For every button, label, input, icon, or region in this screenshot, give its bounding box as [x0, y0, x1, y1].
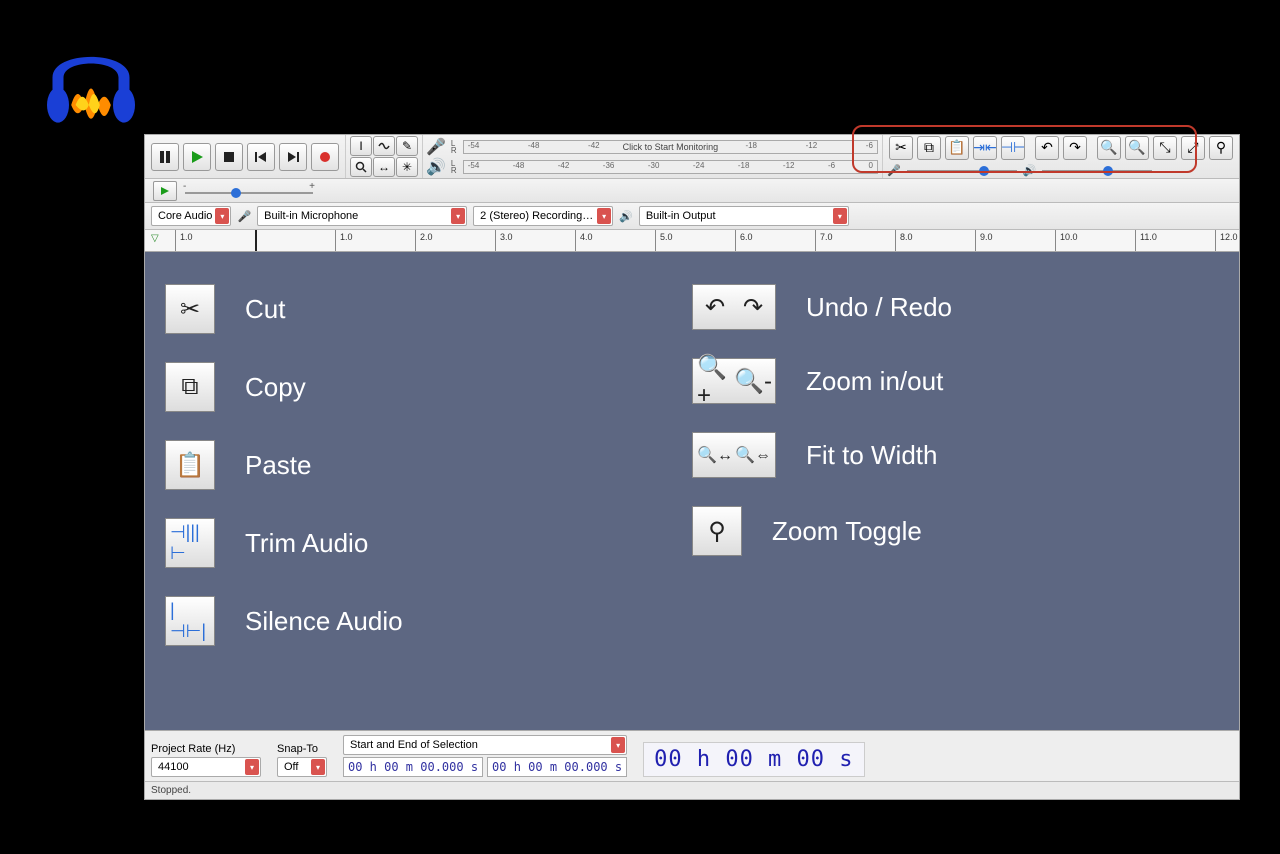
- cut-button[interactable]: ✂: [889, 136, 913, 160]
- paste-icon: 📋: [165, 440, 215, 490]
- audio-host-select[interactable]: Core Audio▾: [151, 206, 231, 226]
- record-button[interactable]: [311, 143, 339, 171]
- recording-device-select[interactable]: Built-in Microphone▾: [257, 206, 467, 226]
- selection-tool[interactable]: I: [350, 136, 372, 156]
- pin-icon: ▽: [151, 233, 159, 244]
- zoom-out-button[interactable]: 🔍: [1125, 136, 1149, 160]
- multi-tool[interactable]: ✳: [396, 157, 418, 177]
- speaker-icon: 🔊: [423, 157, 449, 177]
- selection-toolbar: Project Rate (Hz) 44100▾ Snap-To Off▾ St…: [145, 730, 1239, 781]
- legend-copy: ⧉ Copy: [165, 362, 692, 412]
- legend-undo-redo: ↶↷ Undo / Redo: [692, 284, 1219, 330]
- copy-button[interactable]: ⧉: [917, 136, 941, 160]
- trim-button[interactable]: ⇥⇤: [973, 136, 997, 160]
- playback-meter[interactable]: -54-48-42-36-30-24-18-12-60: [463, 160, 878, 174]
- zoom-in-button[interactable]: 🔍: [1097, 136, 1121, 160]
- draw-tool[interactable]: ✎: [396, 136, 418, 156]
- zoom-toggle-icon: ⚲: [692, 506, 742, 556]
- selection-end-time[interactable]: 00 h 00 m 00.000 s: [487, 757, 627, 777]
- audacity-window: I ✎ ↔ ✳ 🎤 LR Click to Start Monitoring -…: [144, 134, 1240, 800]
- legend-paste: 📋 Paste: [165, 440, 692, 490]
- zoom-inout-icon: 🔍+🔍-: [692, 358, 776, 404]
- silence-button[interactable]: ⊣⊢: [1001, 136, 1025, 160]
- playback-volume-slider[interactable]: [1042, 164, 1152, 178]
- undo-redo-icon: ↶↷: [692, 284, 776, 330]
- skip-end-button[interactable]: [279, 143, 307, 171]
- project-rate-select[interactable]: 44100▾: [151, 757, 261, 777]
- snap-to-select[interactable]: Off▾: [277, 757, 327, 777]
- legend-trim: ⊣|||⊢ Trim Audio: [165, 518, 692, 568]
- fit-project-button[interactable]: ⤢: [1181, 136, 1205, 160]
- cut-icon: ✂: [165, 284, 215, 334]
- play-button[interactable]: [183, 143, 211, 171]
- legend-cut: ✂ Cut: [165, 284, 692, 334]
- mic-icon: 🎤: [423, 137, 449, 157]
- track-area[interactable]: ✂ Cut ⧉ Copy 📋 Paste ⊣|||⊢ Trim Audio |⊣…: [145, 252, 1239, 730]
- tools-toolbar: I ✎ ↔ ✳: [345, 135, 422, 178]
- playback-device-select[interactable]: Built-in Output▾: [639, 206, 849, 226]
- paste-button[interactable]: 📋: [945, 136, 969, 160]
- skip-start-button[interactable]: [247, 143, 275, 171]
- recording-volume-slider[interactable]: [907, 164, 1017, 178]
- fit-width-icon: 🔍↔🔍⇔: [692, 432, 776, 478]
- silence-icon: |⊣⊢|: [165, 596, 215, 646]
- copy-icon: ⧉: [165, 362, 215, 412]
- edit-toolbar: ✂ ⧉ 📋 ⇥⇤ ⊣⊢ ↶ ↷ 🔍 🔍 ⤡ ⤢ ⚲ 🎤: [882, 135, 1239, 178]
- mic-icon-small: 🎤: [887, 164, 901, 177]
- speaker-icon: 🔊: [619, 210, 633, 223]
- zoom-tool[interactable]: [350, 157, 372, 177]
- speaker-icon-small: 🔊: [1023, 164, 1037, 177]
- meter-channels-play: LR: [449, 159, 459, 175]
- redo-button[interactable]: ↷: [1063, 136, 1087, 160]
- timeshift-tool[interactable]: ↔: [373, 157, 395, 177]
- selection-mode-select[interactable]: Start and End of Selection▾: [343, 735, 627, 755]
- app-logo: [36, 28, 146, 138]
- mic-icon: 🎤: [237, 210, 251, 223]
- undo-button[interactable]: ↶: [1035, 136, 1059, 160]
- legend-silence: |⊣⊢| Silence Audio: [165, 596, 692, 646]
- envelope-tool[interactable]: [373, 136, 395, 156]
- legend-fit: 🔍↔🔍⇔ Fit to Width: [692, 432, 1219, 478]
- play-at-speed-button[interactable]: [153, 181, 177, 201]
- device-toolbar: Core Audio▾ 🎤 Built-in Microphone▾ 2 (St…: [145, 203, 1239, 230]
- fit-selection-button[interactable]: ⤡: [1153, 136, 1177, 160]
- recording-channels-select[interactable]: 2 (Stereo) Recording…▾: [473, 206, 613, 226]
- recording-meter[interactable]: Click to Start Monitoring -54-48-42-18-1…: [463, 140, 878, 154]
- timeline-ruler[interactable]: ▽ 1.0 1.0 2.0 3.0 4.0 5.0 6.0 7.0 8.0 9.…: [145, 230, 1239, 252]
- legend-zoom: 🔍+🔍- Zoom in/out: [692, 358, 1219, 404]
- stop-button[interactable]: [215, 143, 243, 171]
- playback-speed-slider[interactable]: [185, 186, 313, 200]
- transport-toolbar: [145, 135, 345, 178]
- audio-position-time[interactable]: 00 h 00 m 00 s: [643, 742, 864, 777]
- project-rate-label: Project Rate (Hz): [151, 743, 261, 755]
- pause-button[interactable]: [151, 143, 179, 171]
- meters-toolbar: 🎤 LR Click to Start Monitoring -54-48-42…: [422, 135, 882, 178]
- trim-icon: ⊣|||⊢: [165, 518, 215, 568]
- snap-to-label: Snap-To: [277, 743, 327, 755]
- status-bar: Stopped.: [145, 781, 1239, 799]
- selection-start-time[interactable]: 00 h 00 m 00.000 s: [343, 757, 483, 777]
- zoom-toggle-button[interactable]: ⚲: [1209, 136, 1233, 160]
- meter-channels: LR: [449, 139, 459, 155]
- legend-overlay: ✂ Cut ⧉ Copy 📋 Paste ⊣|||⊢ Trim Audio |⊣…: [145, 252, 1239, 730]
- legend-zoom-toggle: ⚲ Zoom Toggle: [692, 506, 1219, 556]
